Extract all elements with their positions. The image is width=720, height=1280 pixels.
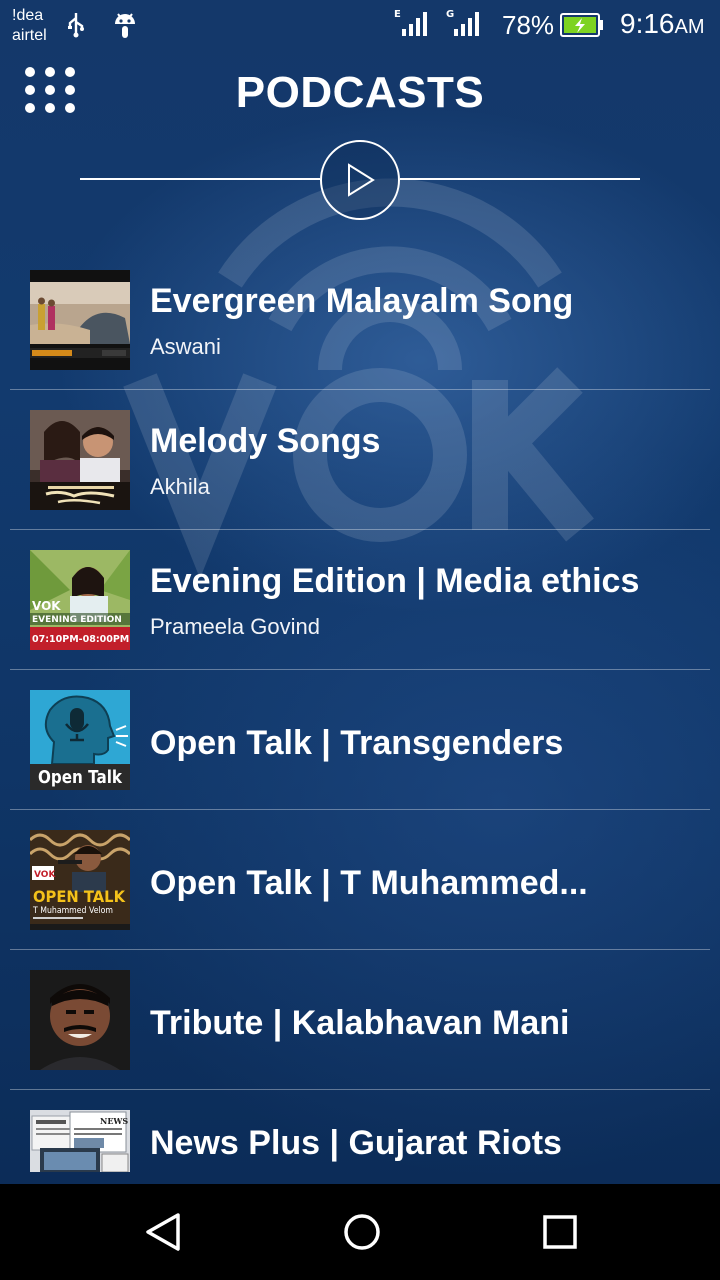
back-triangle-icon[interactable] (142, 1212, 186, 1252)
player-line-left (80, 178, 320, 180)
navigation-bar (0, 1184, 720, 1280)
carrier-line-1: !dea (12, 7, 44, 24)
signal-icon: G (446, 9, 479, 36)
svg-text:G: G (446, 9, 454, 20)
podcast-item[interactable]: Melody Songs Akhila (10, 390, 710, 530)
podcast-title: Open Talk | Transgenders (150, 724, 564, 762)
page-title: PODCASTS (235, 68, 485, 117)
podcast-item[interactable]: Open Talk Open Talk | Transgenders (10, 670, 710, 810)
svg-text:Open Talk: Open Talk (38, 767, 123, 788)
svg-text:VOK: VOK (34, 870, 56, 880)
podcast-title: News Plus | Gujarat Riots (150, 1124, 562, 1162)
play-icon (348, 163, 375, 197)
podcast-thumbnail: Open Talk (30, 690, 130, 790)
podcast-thumbnail (30, 970, 130, 1070)
podcast-item[interactable]: VOK EVENING EDITION 07:10PM-08:00PM Even… (10, 530, 710, 670)
podcast-title: Tribute | Kalabhavan Mani (150, 1004, 570, 1042)
podcast-title: Open Talk | T Muhammed... (150, 864, 588, 902)
podcast-list: Evergreen Malayalm Song Aswani Melody So… (10, 250, 710, 1194)
android-debug-icon (115, 13, 135, 38)
podcast-host: Akhila (150, 474, 210, 499)
svg-text:E: E (394, 9, 401, 20)
podcast-thumbnail: VOK EVENING EDITION 07:10PM-08:00PM (30, 550, 130, 650)
podcast-title: Melody Songs (150, 422, 381, 460)
recents-square-icon[interactable] (540, 1212, 580, 1252)
clock-time: 9:16 (620, 8, 675, 39)
podcast-item[interactable]: NEWS News Plus | Gujarat Riots (10, 1090, 710, 1194)
podcast-item[interactable]: Tribute | Kalabhavan Mani (10, 950, 710, 1090)
svg-text:T Muhammed Velom: T Muhammed Velom (32, 906, 113, 916)
svg-text:VOK: VOK (32, 599, 61, 613)
clock-ampm: AM (674, 16, 705, 38)
podcasts-screen: !dea airtel E G 78% 9:16AM PODCASTS Ever… (0, 0, 720, 1280)
podcast-item[interactable]: Evergreen Malayalm Song Aswani (10, 250, 710, 390)
podcast-thumbnail (30, 410, 130, 510)
podcast-thumbnail (30, 270, 130, 370)
battery-percent: 78% (502, 10, 555, 40)
clock: 9:16AM (620, 8, 705, 40)
svg-text:EVENING EDITION: EVENING EDITION (32, 615, 122, 625)
podcast-item[interactable]: VOK OPEN TALK T Muhammed Velom Open Talk… (10, 810, 710, 950)
podcast-title: Evening Edition | Media ethics (150, 562, 640, 600)
svg-text:NEWS: NEWS (100, 1116, 128, 1126)
home-circle-icon[interactable] (340, 1210, 384, 1254)
battery-charging-icon (560, 13, 603, 37)
usb-icon (68, 13, 84, 38)
status-bar: !dea airtel E G 78% 9:16AM (0, 0, 720, 50)
podcast-thumbnail: VOK OPEN TALK T Muhammed Velom (30, 830, 130, 930)
podcast-title: Evergreen Malayalm Song (150, 282, 574, 320)
carrier-line-2: airtel (12, 27, 47, 44)
signal-icon: E (394, 9, 427, 36)
podcast-host: Aswani (150, 334, 221, 359)
podcast-thumbnail: NEWS (30, 1110, 130, 1172)
carrier-name: !dea airtel (12, 6, 47, 46)
play-button[interactable] (320, 140, 400, 220)
podcast-host: Prameela Govind (150, 614, 320, 639)
svg-text:OPEN TALK: OPEN TALK (33, 887, 126, 906)
svg-text:07:10PM-08:00PM: 07:10PM-08:00PM (32, 634, 129, 645)
player-line-right (400, 178, 640, 180)
